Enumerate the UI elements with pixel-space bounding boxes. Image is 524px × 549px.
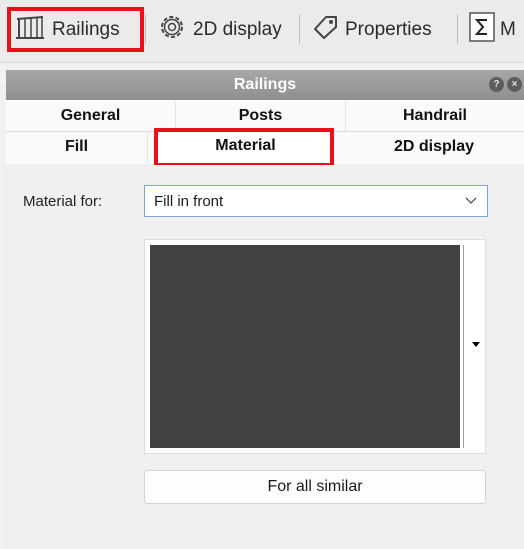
tag-icon (311, 13, 339, 47)
tab-general[interactable]: General (6, 101, 176, 131)
railings-toolbar-label: Railings (52, 19, 120, 40)
swatch-divider (463, 245, 464, 448)
for-all-similar-button[interactable]: For all similar (144, 470, 486, 504)
material-for-value: Fill in front (154, 192, 224, 210)
sum-toolbar-label: M (500, 19, 516, 40)
toolbar: Railings 2D display Properties M (0, 0, 524, 63)
material-preview-frame (144, 239, 486, 454)
tab-fill[interactable]: Fill (6, 132, 148, 162)
gear-icon (157, 12, 187, 48)
material-for-label: Material for: (23, 193, 103, 210)
toolbar-separator (457, 14, 458, 44)
2d-display-toolbar-button[interactable]: 2D display (157, 10, 287, 50)
properties-toolbar-label: Properties (345, 19, 432, 40)
material-swatch[interactable] (150, 245, 460, 448)
material-tab-content: Material for: Fill in front For all simi… (6, 165, 524, 549)
railing-icon (14, 13, 46, 47)
railings-toolbar-button[interactable]: Railings (14, 10, 136, 50)
material-for-select[interactable]: Fill in front (144, 185, 488, 217)
sigma-icon (469, 12, 495, 48)
2d-display-toolbar-label: 2D display (193, 19, 282, 40)
panel-title-bar: Railings ? × (6, 70, 524, 100)
panel-title-controls: ? × (489, 77, 522, 92)
sum-toolbar-button[interactable]: M (469, 10, 524, 50)
panel-title: Railings (233, 76, 297, 93)
tab-grid: General Posts Handrail Fill Material 2D … (6, 100, 524, 164)
material-dropdown-arrow-icon[interactable] (472, 342, 480, 347)
close-icon[interactable]: × (507, 77, 522, 92)
chevron-down-icon (465, 197, 477, 204)
properties-toolbar-button[interactable]: Properties (311, 10, 445, 50)
tab-material[interactable]: Material (158, 130, 334, 162)
help-icon[interactable]: ? (489, 77, 504, 92)
toolbar-separator (299, 14, 300, 44)
tab-posts[interactable]: Posts (176, 101, 346, 131)
tab-handrail[interactable]: Handrail (346, 101, 524, 131)
toolbar-separator (145, 14, 146, 44)
tab-2d-display[interactable]: 2D display (344, 132, 524, 162)
